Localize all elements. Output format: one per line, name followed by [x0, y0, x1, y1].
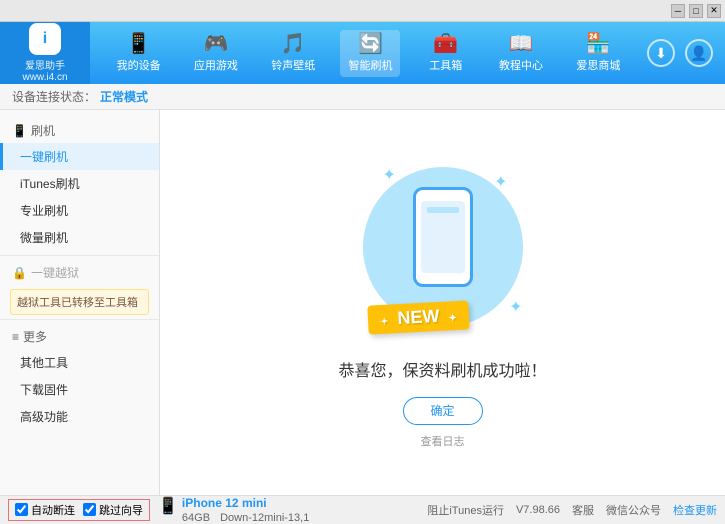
nav-toolbox-label: 工具箱: [429, 57, 462, 73]
device-os: Down-12mini-13,1: [220, 512, 309, 524]
nav-my-device[interactable]: 📱 我的设备: [109, 30, 169, 77]
bottom-right: 阻止iTunes运行 V7.98.66 客服 微信公众号 检查更新: [427, 502, 717, 518]
ringtone-icon: 🎵: [281, 34, 306, 54]
user-button[interactable]: 👤: [685, 39, 713, 67]
smart-flash-icon: 🔄: [358, 34, 383, 54]
nav-tutorial[interactable]: 📖 教程中心: [491, 30, 551, 77]
header: i 爱思助手 www.i4.cn 📱 我的设备 🎮 应用游戏 🎵 铃声壁纸 🔄 …: [0, 22, 725, 84]
auto-disconnect-label: 自动断连: [31, 502, 75, 518]
divider-2: [0, 319, 159, 320]
title-bar: ─ □ ✕: [0, 0, 725, 22]
tutorial-icon: 📖: [509, 34, 534, 54]
logo[interactable]: i 爱思助手 www.i4.cn: [0, 22, 90, 84]
my-device-icon: 📱: [126, 34, 151, 54]
new-badge: NEW: [367, 300, 469, 334]
sidebar-item-other-tools[interactable]: 其他工具: [0, 349, 159, 376]
bottom-footer-link[interactable]: 阻止iTunes运行: [427, 502, 504, 518]
toolbox-icon: 🧰: [433, 34, 458, 54]
skip-wizard-label: 跳过向导: [99, 502, 143, 518]
divider-1: [0, 255, 159, 256]
one-click-flash-label: 一键刷机: [20, 150, 68, 164]
jailbreak-section-label: 一键越狱: [31, 264, 79, 281]
other-tools-label: 其他工具: [20, 356, 68, 370]
auto-disconnect-input[interactable]: [15, 503, 28, 516]
sidebar-item-advanced[interactable]: 高级功能: [0, 403, 159, 430]
download-button[interactable]: ⬇: [647, 39, 675, 67]
checkbox-container: 自动断连 跳过向导: [8, 499, 150, 521]
minimize-button[interactable]: ─: [671, 4, 685, 18]
wechat-link[interactable]: 微信公众号: [606, 502, 661, 518]
device-storage: 64GB: [182, 512, 210, 524]
more-section-header: ≡ 更多: [0, 324, 159, 349]
sidebar-item-one-click-flash[interactable]: 一键刷机: [0, 143, 159, 170]
bottom-left: 自动断连 跳过向导 📱 iPhone 12 mini 64GB Down-12m…: [8, 496, 427, 524]
flash-section-label: 刷机: [31, 122, 55, 139]
apple-store-icon: 🏪: [586, 34, 611, 54]
version-label: V7.98.66: [516, 504, 560, 516]
nav-tutorial-label: 教程中心: [499, 57, 543, 73]
jailbreak-warning-text: 越狱工具已转移至工具箱: [17, 297, 138, 309]
phone-screen: [421, 201, 465, 273]
pro-flash-label: 专业刷机: [20, 204, 68, 218]
device-info: 📱 iPhone 12 mini 64GB Down-12mini-13,1: [158, 496, 309, 524]
check-update-link[interactable]: 检查更新: [673, 502, 717, 518]
download-firmware-label: 下载固件: [20, 383, 68, 397]
status-value: 正常模式: [100, 88, 148, 105]
nav-apple-store-label: 爱思商城: [576, 57, 620, 73]
flash-section-header: 📱 刷机: [0, 118, 159, 143]
sparkle-1: ✦: [383, 165, 396, 185]
sparkle-2: ✦: [494, 172, 507, 192]
new-badge-text: NEW: [396, 305, 439, 327]
device-text: iPhone 12 mini 64GB Down-12mini-13,1: [182, 496, 309, 524]
main-area: 📱 刷机 一键刷机 iTunes刷机 专业刷机 微量刷机 🔒 一键越狱 越狱工具…: [0, 110, 725, 495]
phone-body: [413, 187, 473, 287]
flash-icon: 📱: [12, 124, 27, 138]
status-label: 设备连接状态：: [12, 88, 96, 105]
nav-app-game-label: 应用游戏: [194, 57, 238, 73]
logo-name: 爱思助手: [25, 57, 65, 72]
maximize-button[interactable]: □: [689, 4, 703, 18]
nav-smart-flash[interactable]: 🔄 智能刷机: [340, 30, 400, 77]
sidebar-item-micro-flash[interactable]: 微量刷机: [0, 224, 159, 251]
app-game-icon: 🎮: [203, 34, 228, 54]
customer-service-link[interactable]: 客服: [572, 502, 594, 518]
nav-app-game[interactable]: 🎮 应用游戏: [186, 30, 246, 77]
device-phone-icon: 📱: [158, 496, 178, 516]
status-bar: 设备连接状态： 正常模式: [0, 84, 725, 110]
phone-illustration: ✦ ✦ ✦ NEW: [353, 157, 533, 337]
close-button[interactable]: ✕: [707, 4, 721, 18]
header-right: ⬇ 👤: [647, 39, 725, 67]
jailbreak-warning: 越狱工具已转移至工具箱: [10, 289, 149, 315]
nav-my-device-label: 我的设备: [117, 57, 161, 73]
revisit-log-link[interactable]: 查看日志: [421, 433, 465, 449]
skip-wizard-checkbox[interactable]: 跳过向导: [83, 502, 143, 518]
micro-flash-label: 微量刷机: [20, 231, 68, 245]
advanced-label: 高级功能: [20, 410, 68, 424]
nav-ringtone-label: 铃声壁纸: [271, 57, 315, 73]
success-message: 恭喜您，保资料刷机成功啦！: [338, 357, 546, 381]
sidebar: 📱 刷机 一键刷机 iTunes刷机 专业刷机 微量刷机 🔒 一键越狱 越狱工具…: [0, 110, 160, 495]
sidebar-item-pro-flash[interactable]: 专业刷机: [0, 197, 159, 224]
more-icon: ≡: [12, 330, 19, 344]
window-controls[interactable]: ─ □ ✕: [671, 4, 721, 18]
sidebar-item-download-firmware[interactable]: 下载固件: [0, 376, 159, 403]
nav-toolbox[interactable]: 🧰 工具箱: [418, 30, 474, 77]
bottom-bar: 自动断连 跳过向导 📱 iPhone 12 mini 64GB Down-12m…: [0, 495, 725, 523]
nav-bar: 📱 我的设备 🎮 应用游戏 🎵 铃声壁纸 🔄 智能刷机 🧰 工具箱 📖 教程中心…: [90, 22, 647, 84]
skip-wizard-input[interactable]: [83, 503, 96, 516]
content-area: ✦ ✦ ✦ NEW 恭喜您，保资料刷机成功啦！ 确定 查看日志: [160, 110, 725, 495]
logo-icon: i: [29, 23, 61, 55]
nav-smart-flash-label: 智能刷机: [348, 57, 392, 73]
nav-apple-store[interactable]: 🏪 爱思商城: [568, 30, 628, 77]
confirm-button[interactable]: 确定: [403, 397, 483, 425]
sparkle-3: ✦: [509, 297, 522, 317]
nav-ringtone[interactable]: 🎵 铃声壁纸: [263, 30, 323, 77]
logo-url: www.i4.cn: [22, 72, 67, 83]
itunes-flash-label: iTunes刷机: [20, 177, 80, 191]
jailbreak-section-header: 🔒 一键越狱: [0, 260, 159, 285]
sidebar-item-itunes-flash[interactable]: iTunes刷机: [0, 170, 159, 197]
auto-disconnect-checkbox[interactable]: 自动断连: [15, 502, 75, 518]
more-section-label: 更多: [23, 328, 47, 345]
device-name: iPhone 12 mini: [182, 496, 267, 510]
